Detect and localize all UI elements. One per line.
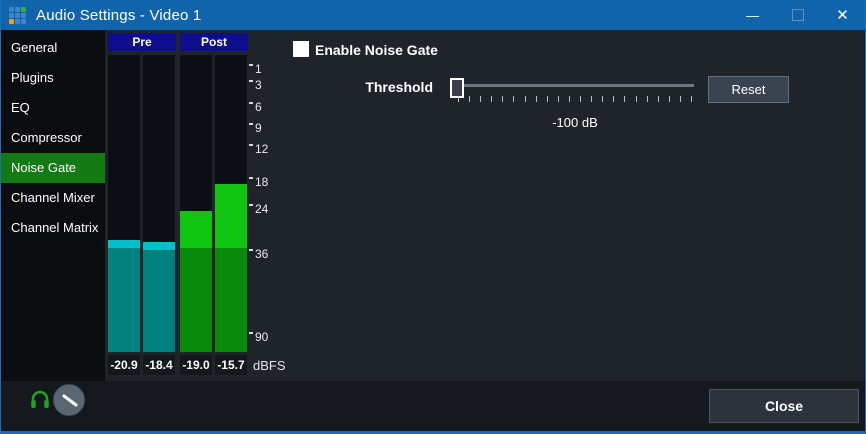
slider-tick (647, 96, 648, 102)
threshold-label: Threshold (341, 79, 433, 95)
window-title: Audio Settings - Video 1 (36, 7, 201, 24)
scale-tick (249, 123, 253, 125)
close-button[interactable]: Close (709, 389, 859, 423)
slider-tick (536, 96, 537, 102)
slider-tick (525, 96, 526, 102)
app-grid-logo-icon (9, 7, 26, 24)
headphones-icon[interactable] (29, 388, 51, 410)
knob-indicator-icon (54, 385, 84, 415)
slider-tick (558, 96, 559, 102)
dbfs-unit-label: dBFS (253, 358, 286, 373)
scale-tick (249, 64, 253, 66)
slider-tick (547, 96, 548, 102)
slider-ticks (458, 96, 691, 102)
scale-label: 12 (255, 142, 268, 156)
scale-tick (249, 249, 253, 251)
meter-value-pre-right: -18.4 (143, 355, 175, 375)
scale-label: 9 (255, 121, 262, 135)
maximize-icon (792, 9, 804, 21)
pre-meter-header: Pre (108, 33, 176, 51)
scale-label: 90 (255, 330, 268, 344)
slider-tick (669, 96, 670, 102)
slider-tick (691, 96, 692, 102)
slider-tick (469, 96, 470, 102)
slider-tick (480, 96, 481, 102)
slider-tick (502, 96, 503, 102)
slider-tick (591, 96, 592, 102)
sidebar: GeneralPluginsEQCompressorNoise GateChan… (1, 30, 105, 381)
headphone-volume-knob[interactable] (53, 384, 85, 416)
meter-post-left (180, 55, 212, 352)
reset-button[interactable]: Reset (708, 76, 789, 103)
post-meter-header: Post (180, 33, 248, 51)
enable-noise-gate-label: Enable Noise Gate (315, 42, 438, 58)
slider-tick (613, 96, 614, 102)
slider-tick (458, 96, 459, 102)
meter-value-post-left: -19.0 (180, 355, 212, 375)
meter-pre-left (108, 55, 140, 352)
scale-label: 6 (255, 100, 262, 114)
audio-settings-window: Audio Settings - Video 1 — ✕ GeneralPlug… (0, 0, 866, 434)
sidebar-item-general[interactable]: General (1, 33, 105, 63)
sidebar-item-plugins[interactable]: Plugins (1, 63, 105, 93)
close-window-button[interactable]: ✕ (820, 0, 865, 30)
threshold-value: -100 dB (456, 115, 694, 130)
scale-tick (249, 80, 253, 82)
meter-value-pre-left: -20.9 (108, 355, 140, 375)
meters-panel: Pre Post dBFS -20.9-18.4-19.0-15.7136912… (1, 0, 865, 431)
scale-tick (249, 177, 253, 179)
slider-tick (580, 96, 581, 102)
sidebar-item-channel-matrix[interactable]: Channel Matrix (1, 213, 105, 243)
scale-tick (249, 102, 253, 104)
footer-bar: Close (1, 381, 865, 431)
sidebar-item-noise-gate[interactable]: Noise Gate (1, 153, 105, 183)
scale-label: 1 (255, 62, 262, 76)
slider-tick (491, 96, 492, 102)
meter-pre-right (143, 55, 175, 352)
slider-tick (636, 96, 637, 102)
enable-noise-gate-checkbox[interactable] (293, 41, 309, 57)
meter-value-post-right: -15.7 (215, 355, 247, 375)
meter-post-right (215, 55, 247, 352)
slider-tick (602, 96, 603, 102)
scale-tick (249, 204, 253, 206)
slider-tick (658, 96, 659, 102)
minimize-button[interactable]: — (730, 0, 775, 30)
maximize-button[interactable] (775, 0, 820, 30)
scale-label: 18 (255, 175, 268, 189)
slider-tick (680, 96, 681, 102)
sidebar-item-compressor[interactable]: Compressor (1, 123, 105, 153)
slider-tick (513, 96, 514, 102)
sidebar-item-eq[interactable]: EQ (1, 93, 105, 123)
scale-label: 36 (255, 247, 268, 261)
slider-tick (624, 96, 625, 102)
scale-tick (249, 332, 253, 334)
scale-label: 3 (255, 78, 262, 92)
threshold-slider-thumb[interactable] (450, 78, 464, 98)
scale-label: 24 (255, 202, 268, 216)
window-titlebar: Audio Settings - Video 1 — ✕ (1, 0, 865, 30)
scale-tick (249, 144, 253, 146)
sidebar-item-channel-mixer[interactable]: Channel Mixer (1, 183, 105, 213)
threshold-slider-track[interactable] (456, 84, 694, 87)
slider-tick (569, 96, 570, 102)
